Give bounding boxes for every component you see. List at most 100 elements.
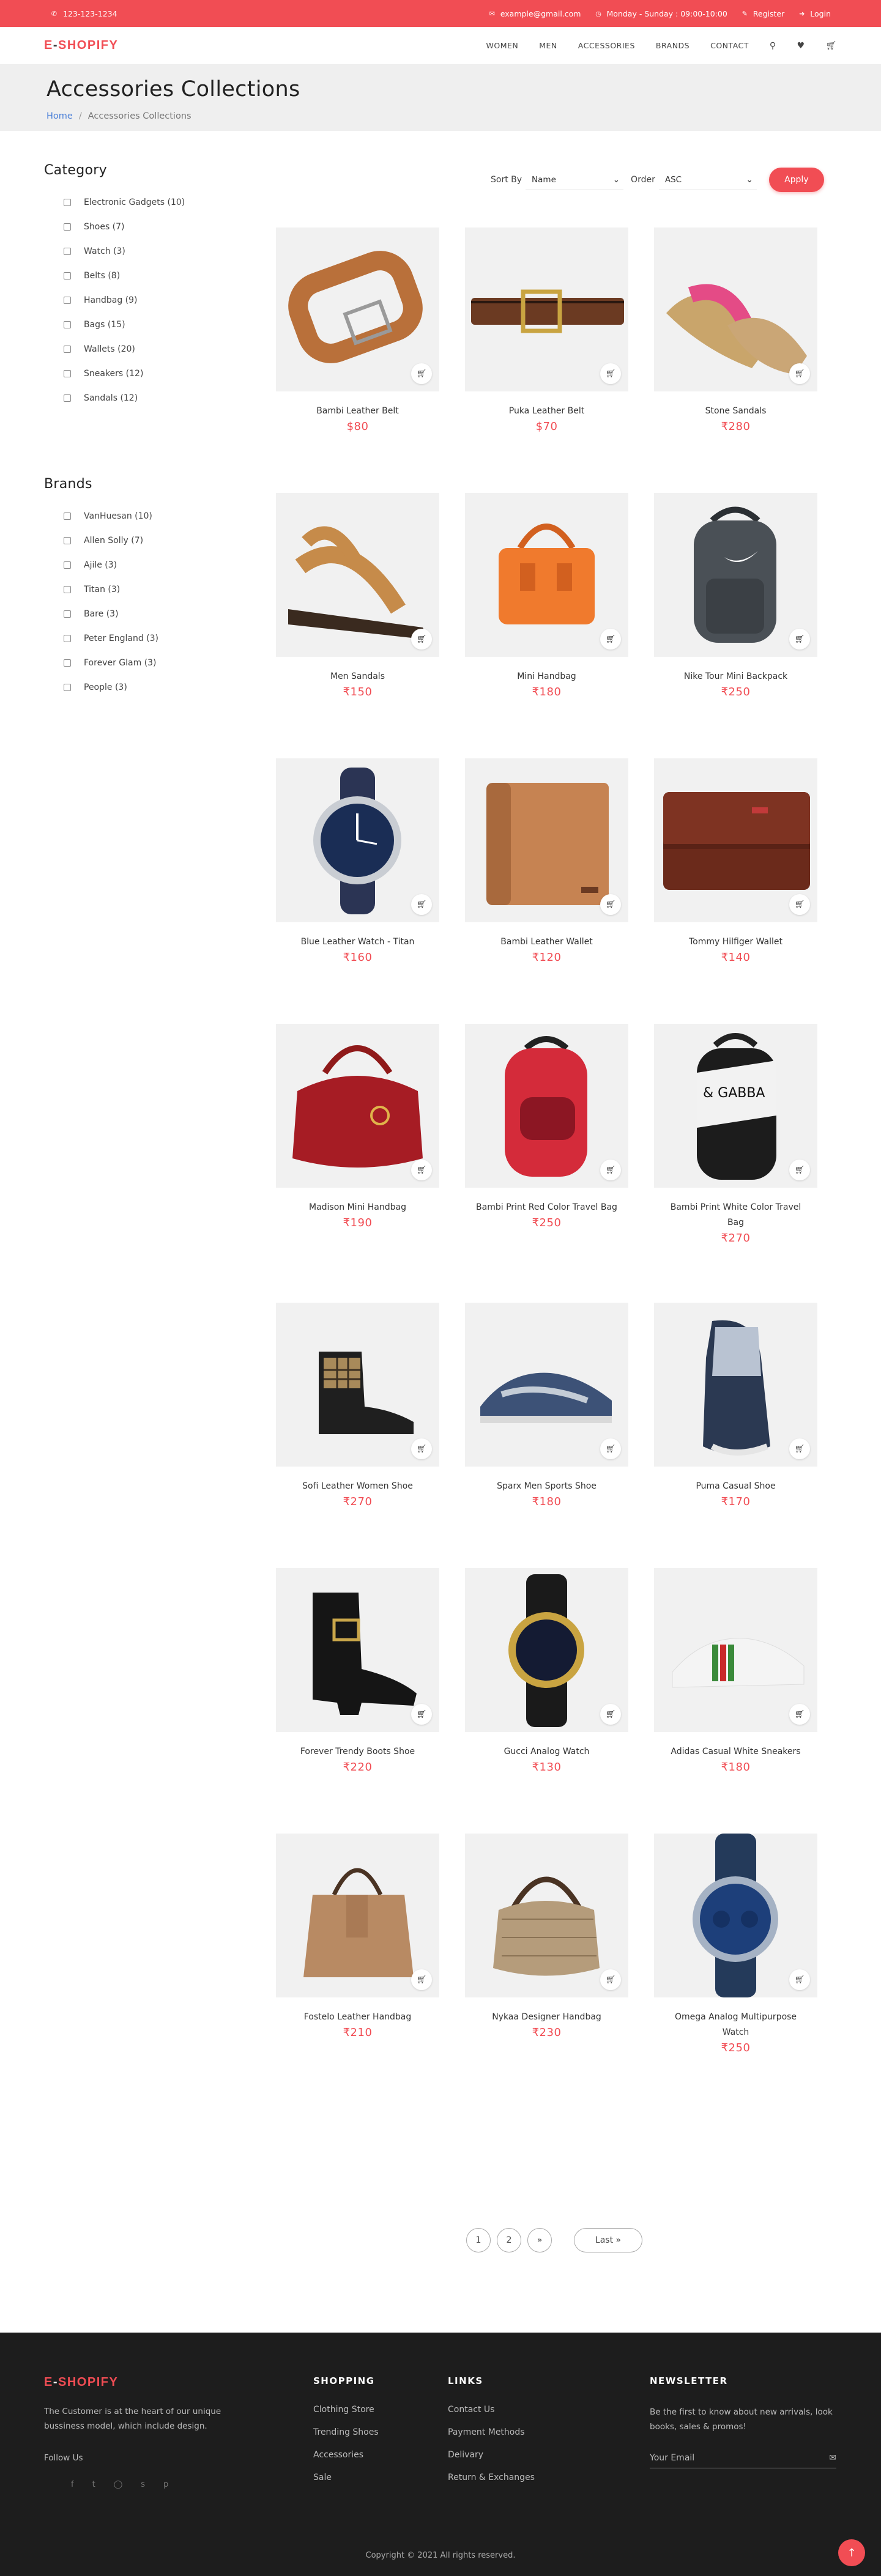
product-name[interactable]: Tommy Hilfiger Wallet xyxy=(654,935,817,950)
brand-checkbox[interactable] xyxy=(64,537,71,544)
footer-info-link[interactable]: Delivary xyxy=(448,2450,535,2473)
product-image[interactable]: & GABBA 🛒︎ xyxy=(654,1024,817,1188)
add-to-cart-button[interactable]: 🛒︎ xyxy=(411,629,432,650)
nav-brands[interactable]: BRANDS xyxy=(656,41,690,50)
add-to-cart-button[interactable]: 🛒︎ xyxy=(789,894,810,915)
add-to-cart-button[interactable]: 🛒︎ xyxy=(600,1438,621,1459)
add-to-cart-button[interactable]: 🛒︎ xyxy=(600,894,621,915)
product-card[interactable]: 🛒︎ Omega Analog Multipurpose Watch ₹250 xyxy=(654,1834,817,2054)
category-filter-item[interactable]: Shoes (7) xyxy=(44,215,240,239)
add-to-cart-button[interactable]: 🛒︎ xyxy=(411,1969,432,1990)
add-to-cart-button[interactable]: 🛒︎ xyxy=(789,1438,810,1459)
scroll-top-button[interactable]: ↑ xyxy=(838,2539,865,2566)
product-image[interactable]: 🛒︎ xyxy=(654,1834,817,1997)
breadcrumb-home[interactable]: Home xyxy=(46,111,73,121)
category-filter-item[interactable]: Handbag (9) xyxy=(44,288,240,313)
page-2-button[interactable]: 2 xyxy=(497,2228,521,2252)
add-to-cart-button[interactable]: 🛒︎ xyxy=(411,363,432,384)
category-checkbox[interactable] xyxy=(64,223,71,231)
product-card[interactable]: 🛒︎ Blue Leather Watch - Titan ₹160 xyxy=(276,758,439,964)
product-image[interactable]: 🛒︎ xyxy=(465,228,628,391)
login-link[interactable]: Login xyxy=(810,9,831,18)
category-filter-item[interactable]: Sandals (12) xyxy=(44,386,240,410)
brand-checkbox[interactable] xyxy=(64,513,71,520)
product-image[interactable]: 🛒︎ xyxy=(465,1834,628,1997)
product-image[interactable]: 🛒︎ xyxy=(276,493,439,657)
search-icon[interactable]: ⚲ xyxy=(770,41,776,51)
product-card[interactable]: 🛒︎ Sparx Men Sports Shoe ₹180 xyxy=(465,1303,628,1508)
last-page-button[interactable]: Last » xyxy=(574,2228,642,2252)
brand-checkbox[interactable] xyxy=(64,586,71,593)
product-image[interactable]: 🛒︎ xyxy=(465,493,628,657)
product-name[interactable]: Omega Analog Multipurpose Watch xyxy=(654,2010,817,2040)
product-card[interactable]: 🛒︎ Nykaa Designer Handbag ₹230 xyxy=(465,1834,628,2039)
order-select[interactable]: ASC ⌄ xyxy=(658,169,757,190)
product-name[interactable]: Bambi Leather Belt xyxy=(276,404,439,419)
add-to-cart-button[interactable]: 🛒︎ xyxy=(411,1704,432,1725)
product-name[interactable]: Puka Leather Belt xyxy=(465,404,628,419)
product-name[interactable]: Bambi Print White Color Travel Bag xyxy=(654,1200,817,1231)
footer-shopping-link[interactable]: Trending Shoes xyxy=(313,2427,379,2450)
brand-filter-item[interactable]: Allen Solly (7) xyxy=(44,528,240,553)
product-name[interactable]: Sofi Leather Women Shoe xyxy=(276,1479,439,1494)
product-name[interactable]: Nykaa Designer Handbag xyxy=(465,2010,628,2025)
brand-filter-item[interactable]: Titan (3) xyxy=(44,577,240,602)
apply-button[interactable]: Apply xyxy=(768,168,824,192)
add-to-cart-button[interactable]: 🛒︎ xyxy=(789,629,810,650)
category-checkbox[interactable] xyxy=(64,272,71,279)
facebook-icon[interactable]: f xyxy=(71,2480,74,2489)
product-image[interactable]: 🛒︎ xyxy=(465,1024,628,1188)
product-name[interactable]: Stone Sandals xyxy=(654,404,817,419)
product-card[interactable]: 🛒︎ Men Sandals ₹150 xyxy=(276,493,439,698)
product-card[interactable]: 🛒︎ Puka Leather Belt $70 xyxy=(465,228,628,433)
brand-checkbox[interactable] xyxy=(64,635,71,642)
product-card[interactable]: 🛒︎ Bambi Leather Wallet ₹120 xyxy=(465,758,628,964)
product-card[interactable]: 🛒︎ Adidas Casual White Sneakers ₹180 xyxy=(654,1568,817,1774)
product-name[interactable]: Puma Casual Shoe xyxy=(654,1479,817,1494)
category-checkbox[interactable] xyxy=(64,199,71,206)
instagram-icon[interactable]: ◯ xyxy=(114,2480,123,2489)
product-name[interactable]: Nike Tour Mini Backpack xyxy=(654,669,817,684)
product-image[interactable]: 🛒︎ xyxy=(465,1568,628,1732)
add-to-cart-button[interactable]: 🛒︎ xyxy=(411,894,432,915)
send-mail-icon[interactable]: ✉ xyxy=(829,2453,836,2463)
category-checkbox[interactable] xyxy=(64,297,71,304)
brand-checkbox[interactable] xyxy=(64,561,71,569)
heart-icon[interactable]: ♥ xyxy=(797,41,805,51)
brand-filter-item[interactable]: VanHuesan (10) xyxy=(44,504,240,528)
category-checkbox[interactable] xyxy=(64,394,71,402)
product-name[interactable]: Gucci Analog Watch xyxy=(465,1744,628,1760)
footer-info-link[interactable]: Return & Exchanges xyxy=(448,2473,535,2495)
next-page-button[interactable]: » xyxy=(527,2228,552,2252)
product-card[interactable]: 🛒︎ Nike Tour Mini Backpack ₹250 xyxy=(654,493,817,698)
email-link[interactable]: example@gmail.com xyxy=(500,9,581,18)
add-to-cart-button[interactable]: 🛒︎ xyxy=(411,1160,432,1180)
brand-filter-item[interactable]: People (3) xyxy=(44,675,240,700)
product-image[interactable]: 🛒︎ xyxy=(654,228,817,391)
product-image[interactable]: 🛒︎ xyxy=(276,1303,439,1467)
category-filter-item[interactable]: Belts (8) xyxy=(44,264,240,288)
product-image[interactable]: 🛒︎ xyxy=(276,1024,439,1188)
category-checkbox[interactable] xyxy=(64,346,71,353)
product-card[interactable]: 🛒︎ Bambi Leather Belt $80 xyxy=(276,228,439,433)
product-name[interactable]: Sparx Men Sports Shoe xyxy=(465,1479,628,1494)
product-image[interactable]: 🛒︎ xyxy=(276,758,439,922)
brand-checkbox[interactable] xyxy=(64,610,71,618)
skype-icon[interactable]: s xyxy=(141,2480,145,2489)
page-1-button[interactable]: 1 xyxy=(466,2228,491,2252)
category-checkbox[interactable] xyxy=(64,321,71,328)
brand-checkbox[interactable] xyxy=(64,659,71,667)
footer-info-link[interactable]: Contact Us xyxy=(448,2405,535,2427)
product-image[interactable]: 🛒︎ xyxy=(465,1303,628,1467)
product-card[interactable]: 🛒︎ Bambi Print Red Color Travel Bag ₹250 xyxy=(465,1024,628,1229)
add-to-cart-button[interactable]: 🛒︎ xyxy=(789,1160,810,1180)
product-image[interactable]: 🛒︎ xyxy=(654,493,817,657)
brand-filter-item[interactable]: Bare (3) xyxy=(44,602,240,626)
add-to-cart-button[interactable]: 🛒︎ xyxy=(600,1704,621,1725)
product-card[interactable]: 🛒︎ Fostelo Leather Handbag ₹210 xyxy=(276,1834,439,2039)
product-name[interactable]: Bambi Leather Wallet xyxy=(465,935,628,950)
footer-shopping-link[interactable]: Accessories xyxy=(313,2450,379,2473)
nav-women[interactable]: WOMEN xyxy=(486,41,519,50)
newsletter-email-input[interactable]: Your Email ✉ xyxy=(650,2448,836,2468)
product-image[interactable]: 🛒︎ xyxy=(276,1834,439,1997)
